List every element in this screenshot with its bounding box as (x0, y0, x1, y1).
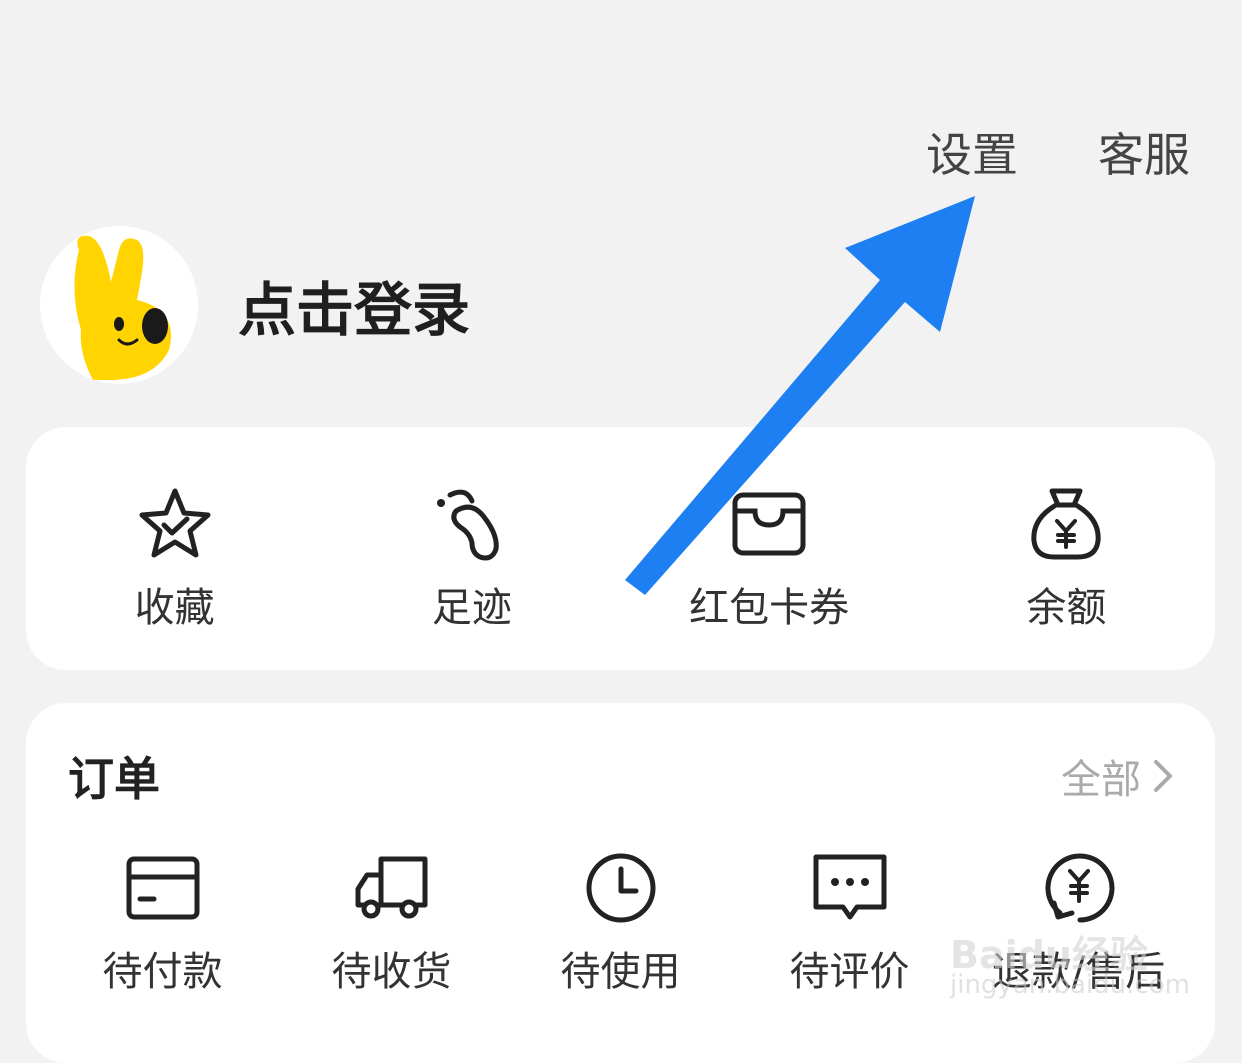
top-links: 设置 客服 (926, 124, 1190, 186)
order-item-to-review[interactable]: 待评价 (735, 849, 964, 999)
quick-item-label: 足迹 (431, 585, 512, 631)
profile-section: 点击登录 (40, 226, 470, 384)
quick-actions-card: 收藏 足迹 红包卡券 余额 (26, 427, 1215, 670)
orders-all-link[interactable]: 全部 (1061, 747, 1175, 805)
quick-item-label: 余额 (1026, 585, 1107, 631)
mascot-avatar-icon[interactable] (40, 226, 198, 384)
order-item-label: 待评价 (789, 949, 910, 995)
order-item-label: 退款/售后 (991, 949, 1166, 995)
orders-all-label: 全部 (1061, 757, 1141, 803)
order-status-row: 待付款 待收货 待使用 待评价 退款/售后 (48, 849, 1193, 999)
clock-icon (586, 853, 655, 923)
chevron-right-icon (1154, 760, 1172, 792)
order-item-pending-payment[interactable]: 待付款 (48, 849, 277, 999)
quick-item-balance[interactable]: 余额 (918, 485, 1215, 635)
order-item-label: 待付款 (102, 949, 223, 995)
orders-title: 订单 (68, 752, 160, 806)
order-item-pending-receipt[interactable]: 待收货 (277, 849, 506, 999)
login-link[interactable]: 点击登录 (238, 263, 470, 347)
money-bag-icon (1031, 488, 1101, 560)
order-item-refund[interactable]: 退款/售后 (964, 849, 1193, 999)
order-item-to-use[interactable]: 待使用 (506, 849, 735, 999)
orders-header: 订单 全部 (68, 743, 1175, 809)
wallet-icon (732, 492, 806, 556)
quick-item-coupons[interactable]: 红包卡券 (621, 485, 918, 635)
quick-actions-row: 收藏 足迹 红包卡券 余额 (26, 485, 1215, 635)
order-item-label: 待收货 (331, 949, 452, 995)
quick-item-history[interactable]: 足迹 (323, 485, 620, 635)
comment-icon (813, 854, 886, 920)
order-item-label: 待使用 (560, 949, 681, 995)
quick-item-label: 红包卡券 (689, 585, 850, 631)
customer-service-link[interactable]: 客服 (1098, 124, 1190, 186)
quick-item-label: 收藏 (134, 585, 215, 631)
footprint-icon (436, 489, 499, 561)
settings-link[interactable]: 设置 (926, 124, 1018, 186)
star-check-icon (139, 488, 211, 558)
quick-item-favorites[interactable]: 收藏 (26, 485, 323, 635)
card-icon (126, 856, 199, 920)
truck-icon (355, 856, 427, 919)
orders-card: 订单 全部 待付款 待收货 待使用 待评价 退款/售后 (26, 703, 1215, 1063)
refund-icon (1044, 853, 1114, 923)
